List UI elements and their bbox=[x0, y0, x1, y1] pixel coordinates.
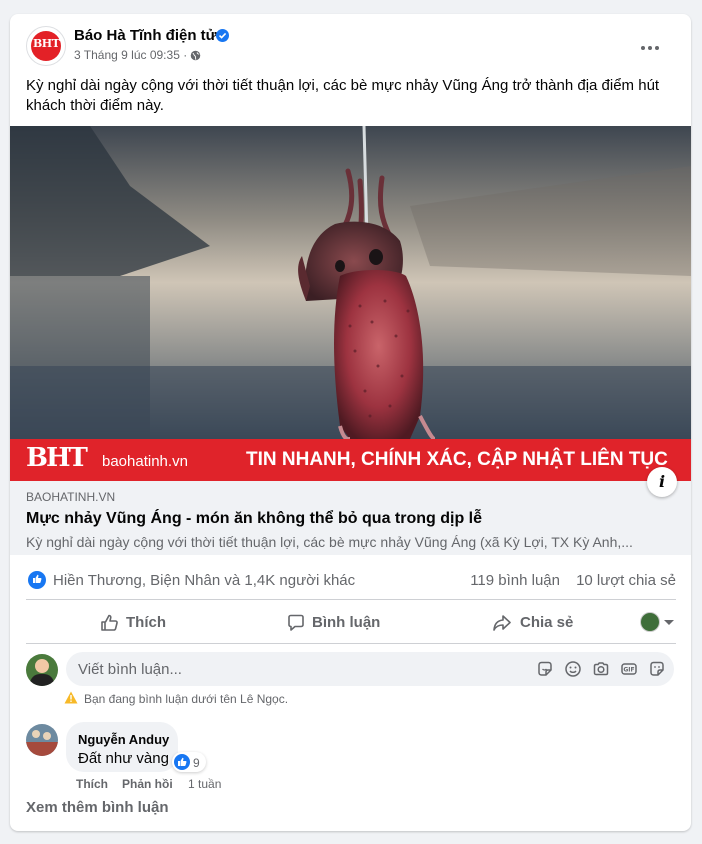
avatar-sticker-icon[interactable] bbox=[648, 660, 666, 678]
page-avatar[interactable]: BHT bbox=[26, 26, 66, 66]
like-button[interactable]: Thích bbox=[80, 605, 210, 639]
comment-count[interactable]: 119 bình luận bbox=[470, 572, 560, 589]
comment-identity-notice: Bạn đang bình luận dưới tên Lê Ngọc. bbox=[64, 690, 664, 708]
sticker-icon[interactable] bbox=[536, 660, 554, 678]
more-icon[interactable] bbox=[632, 30, 668, 66]
link-domain: BAOHATINH.VN bbox=[26, 490, 116, 504]
banner-site: baohatinh.vn bbox=[102, 453, 188, 470]
like-reaction-icon bbox=[174, 754, 190, 770]
page-avatar-text: BHT bbox=[33, 37, 60, 50]
share-label: Chia sẻ bbox=[520, 614, 574, 631]
share-button[interactable]: Chia sẻ bbox=[478, 605, 598, 639]
comment-input[interactable] bbox=[78, 652, 518, 686]
image-banner: BHT baohatinh.vn TIN NHANH, CHÍNH XÁC, C… bbox=[10, 439, 691, 481]
verified-icon bbox=[216, 29, 229, 42]
comment-reply-button[interactable]: Phản hồi bbox=[122, 777, 173, 791]
post-stats: Hiền Thương, Biện Nhân và 1,4K người khá… bbox=[26, 566, 676, 592]
reactors-text[interactable]: Hiền Thương, Biện Nhân và 1,4K người khá… bbox=[53, 572, 355, 589]
like-reaction-icon[interactable] bbox=[28, 571, 46, 589]
comment-bubble: Nguyễn Anduy Đất như vàng bbox=[66, 722, 178, 772]
audience-avatar bbox=[640, 612, 660, 632]
camera-icon[interactable] bbox=[592, 660, 610, 678]
gif-icon[interactable]: GIF bbox=[620, 660, 638, 678]
post-header: BHT Báo Hà Tĩnh điện tử 3 Tháng 9 lúc 09… bbox=[26, 26, 676, 66]
comment-label: Bình luận bbox=[312, 614, 381, 631]
chevron-down-icon bbox=[664, 620, 674, 625]
composer-avatar[interactable] bbox=[26, 654, 58, 686]
squid-photo bbox=[10, 126, 691, 442]
globe-icon bbox=[190, 50, 201, 61]
comment-like-button[interactable]: Thích bbox=[76, 777, 108, 791]
post-text: Kỳ nghỉ dài ngày cộng với thời tiết thuậ… bbox=[26, 77, 660, 114]
comment-time[interactable]: 1 tuần bbox=[188, 777, 221, 791]
identity-text: Bạn đang bình luận dưới tên Lê Ngọc. bbox=[84, 692, 289, 706]
divider bbox=[26, 643, 676, 644]
banner-logo: BHT bbox=[26, 443, 88, 473]
link-preview[interactable]: BAOHATINH.VN Mực nhảy Vũng Áng - món ăn … bbox=[10, 481, 691, 555]
like-label: Thích bbox=[126, 614, 166, 631]
post-image[interactable]: BHT baohatinh.vn TIN NHANH, CHÍNH XÁC, C… bbox=[10, 126, 691, 481]
divider bbox=[26, 599, 676, 600]
view-more-comments[interactable]: Xem thêm bình luận bbox=[26, 799, 169, 816]
comment-reaction-count: 9 bbox=[193, 756, 200, 770]
page-name[interactable]: Báo Hà Tĩnh điện tử bbox=[74, 27, 217, 44]
share-icon bbox=[493, 615, 511, 631]
audience-selector[interactable] bbox=[640, 612, 674, 632]
warning-icon bbox=[64, 691, 78, 704]
link-title[interactable]: Mực nhảy Vũng Áng - món ăn không thể bỏ … bbox=[26, 510, 482, 528]
comment-button[interactable]: Bình luận bbox=[270, 605, 400, 639]
post-card: BHT Báo Hà Tĩnh điện tử 3 Tháng 9 lúc 09… bbox=[10, 14, 691, 831]
commenter-avatar[interactable] bbox=[26, 724, 58, 756]
emoji-icon[interactable] bbox=[564, 660, 582, 678]
info-icon[interactable]: i bbox=[647, 467, 677, 497]
thumbs-up-icon bbox=[101, 614, 118, 631]
banner-slogan: TIN NHANH, CHÍNH XÁC, CẬP NHẬT LIÊN TỤC bbox=[246, 449, 668, 470]
post-timestamp[interactable]: 3 Tháng 9 lúc 09:35 · bbox=[74, 48, 187, 62]
svg-text:GIF: GIF bbox=[623, 667, 634, 674]
share-count[interactable]: 10 lượt chia sẻ bbox=[576, 572, 676, 589]
comment-icon bbox=[288, 614, 304, 631]
comment-composer: GIF bbox=[66, 652, 674, 686]
comment-text: Đất như vàng bbox=[78, 750, 169, 767]
comment-reactions[interactable]: 9 bbox=[172, 752, 206, 772]
action-bar: Thích Bình luận Chia sẻ bbox=[26, 605, 676, 639]
comment-author[interactable]: Nguyễn Anduy bbox=[78, 732, 169, 747]
link-description: Kỳ nghỉ dài ngày cộng với thời tiết thuậ… bbox=[26, 534, 633, 550]
